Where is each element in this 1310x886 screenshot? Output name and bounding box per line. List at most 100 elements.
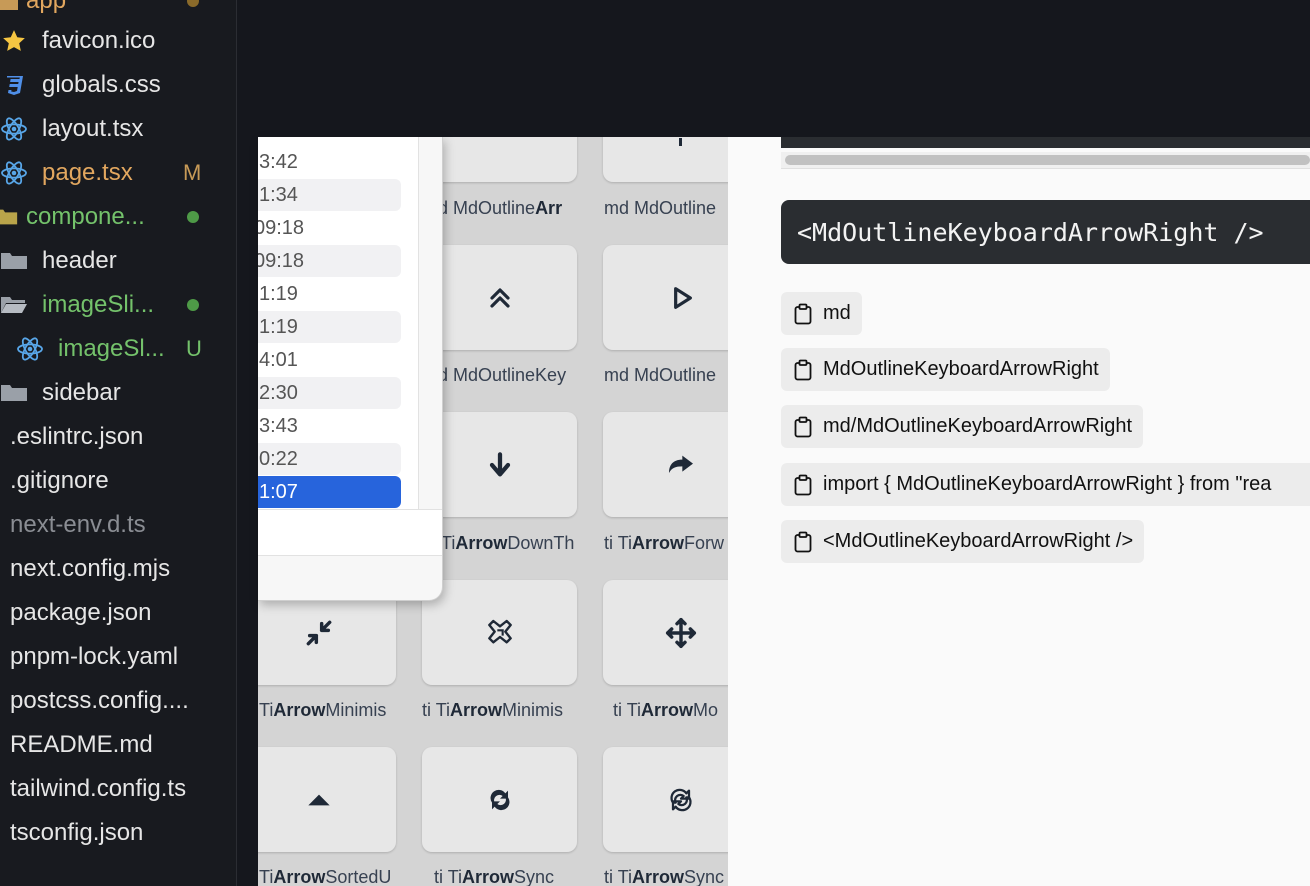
copy-chip-path[interactable]: md/MdOutlineKeyboardArrowRight — [781, 405, 1144, 448]
time-value: 2:30 — [259, 381, 298, 404]
time-value: 1:34 — [259, 183, 298, 206]
arrow-down-icon — [489, 451, 510, 476]
triangle-up-icon — [307, 794, 330, 805]
time-row[interactable]: 1:19 — [258, 278, 401, 310]
code-preview: <MdOutlineKeyboardArrowRight /> — [781, 200, 1310, 264]
scrollbar-thumb[interactable] — [785, 155, 1310, 165]
icon-tile-chevrons-up[interactable] — [422, 245, 577, 350]
code-snippet-top — [781, 137, 1310, 148]
time-value: 3:43 — [259, 414, 298, 437]
icon-tile-label: TiArrowSortedU — [259, 867, 392, 886]
arrow-move-icon — [665, 617, 696, 648]
time-value: 4:01 — [259, 348, 298, 371]
arrow-forward-icon — [668, 455, 693, 473]
react-icon — [0, 115, 28, 143]
time-row[interactable]: 1:34 — [258, 179, 401, 211]
tree-file-tailwind-config[interactable]: tailwind.config.ts — [0, 767, 236, 811]
icon-tile-label: ti TiArrowSync — [604, 867, 725, 886]
tree-folder-sidebar[interactable]: sidebar — [0, 371, 236, 415]
time-row[interactable]: 1:07 — [258, 476, 401, 508]
folder-open-icon — [0, 291, 28, 319]
folder-icon — [0, 247, 28, 275]
time-value: 1:19 — [259, 282, 298, 305]
css-icon — [0, 71, 28, 99]
icon-tile-arrow-forward[interactable] — [603, 412, 728, 517]
tree-file-next-env[interactable]: next-env.d.ts — [0, 503, 236, 547]
time-list: 3:42 1:34 09:18 09:18 1:19 1:19 4:01 2:30 3:43 0:… — [258, 137, 418, 509]
folder-icon — [0, 203, 20, 231]
icon-tile[interactable] — [603, 137, 728, 182]
sync-outline-icon — [669, 788, 692, 811]
time-list-popup: 3:42 1:34 09:18 09:18 1:19 1:19 4:01 2:30 3:43 0:… — [258, 137, 443, 601]
time-row[interactable]: 4:01 — [258, 344, 401, 376]
time-row[interactable]: 1:19 — [258, 311, 401, 343]
icon-tile-label: ti TiArrowForw — [604, 533, 725, 553]
icon-tile-label: ti TiArrowSync — [434, 867, 555, 886]
arrow-minimise-outline-icon — [487, 619, 512, 644]
tree-file-favicon[interactable]: favicon.ico — [0, 19, 236, 63]
time-row[interactable]: 09:18 — [258, 212, 401, 244]
time-row[interactable]: 3:43 — [258, 410, 401, 442]
tree-file-gitignore[interactable]: .gitignore — [0, 459, 236, 503]
horizontal-scrollbar[interactable] — [781, 152, 1310, 169]
icon-tile-label: md MdOutline — [604, 365, 717, 385]
copy-chip-jsx[interactable]: <MdOutlineKeyboardArrowRight /> — [781, 520, 1145, 563]
time-value: 1:07 — [259, 480, 298, 503]
modified-dot — [187, 299, 199, 311]
window-top-bar — [237, 0, 1310, 137]
tree-file-tsconfig[interactable]: tsconfig.json — [0, 811, 236, 855]
sync-icon — [490, 789, 509, 810]
clipboard-icon — [794, 416, 812, 437]
tree-file-pnpm-lock[interactable]: pnpm-lock.yaml — [0, 635, 236, 679]
tree-file-page-tsx[interactable]: page.tsx M — [0, 151, 236, 195]
icon-tile-arrow-move[interactable] — [603, 580, 728, 685]
modified-dot — [187, 0, 199, 7]
chevrons-up-icon — [489, 287, 510, 308]
time-value: 09:18 — [258, 216, 305, 239]
clipboard-icon — [794, 531, 812, 552]
modified-dot — [187, 211, 199, 223]
copy-chip-import[interactable]: import { MdOutlineKeyboardArrowRight } f… — [781, 463, 1310, 506]
tree-file-next-config[interactable]: next.config.mjs — [0, 547, 236, 591]
tree-folder-components[interactable]: compone... — [0, 195, 236, 239]
tree-folder-header[interactable]: header — [0, 239, 236, 283]
clipboard-icon — [794, 474, 812, 495]
icon-tile-play[interactable] — [603, 245, 728, 350]
react-icon — [16, 335, 44, 363]
tree-file-postcss-config[interactable]: postcss.config.... — [0, 679, 236, 723]
tree-file-readme[interactable]: README.md — [0, 723, 236, 767]
play-outline-icon — [673, 286, 692, 309]
copy-chip-component-name[interactable]: MdOutlineKeyboardArrowRight — [781, 348, 1110, 391]
time-value: 1:19 — [259, 315, 298, 338]
time-row[interactable]: 09:18 — [258, 245, 401, 277]
icon-tile-arrow-sync[interactable] — [422, 747, 577, 852]
icon-tile-label: d MdOutlineArr — [438, 198, 563, 218]
icon-tile-arrow-sorted-up[interactable] — [258, 747, 396, 852]
tree-file-layout-tsx[interactable]: layout.tsx — [0, 107, 236, 151]
folder-open-icon — [0, 0, 20, 15]
tree-folder-imageslider[interactable]: imageSli... — [0, 283, 236, 327]
time-value: 3:42 — [259, 150, 298, 173]
popup-scrollbar[interactable] — [418, 137, 419, 509]
tree-file-globals-css[interactable]: globals.css — [0, 63, 236, 107]
icon-tile-arrow-minimise-outline[interactable] — [422, 580, 577, 685]
time-row[interactable]: 2:30 — [258, 377, 401, 409]
tree-file-eslintrc[interactable]: .eslintrc.json — [0, 415, 236, 459]
arrow-minimise-icon — [306, 620, 331, 645]
icon-tile-arrow-down[interactable] — [422, 412, 577, 517]
time-row[interactable]: 0:22 — [258, 443, 401, 475]
icon-tile-label: ti TiArrowMo — [613, 700, 719, 720]
icon-tile[interactable] — [422, 137, 577, 182]
copy-chip-library[interactable]: md — [781, 292, 862, 335]
time-row[interactable]: 3:42 — [258, 146, 401, 178]
icon-detail-panel: <MdOutlineKeyboardArrowRight /> md MdOut… — [728, 137, 1310, 886]
tree-file-imageslider-tsx[interactable]: imageSl... U — [0, 327, 236, 371]
clipboard-icon — [794, 359, 812, 380]
time-value: 0:22 — [259, 447, 298, 470]
tree-file-package-json[interactable]: package.json — [0, 591, 236, 635]
time-value: 09:18 — [258, 249, 305, 272]
popup-footer — [258, 509, 442, 556]
git-status-badge: M — [183, 160, 202, 185]
icon-tile-arrow-sync-outline[interactable] — [603, 747, 728, 852]
icon-tile-label: TiArrowDownTh — [441, 533, 575, 553]
